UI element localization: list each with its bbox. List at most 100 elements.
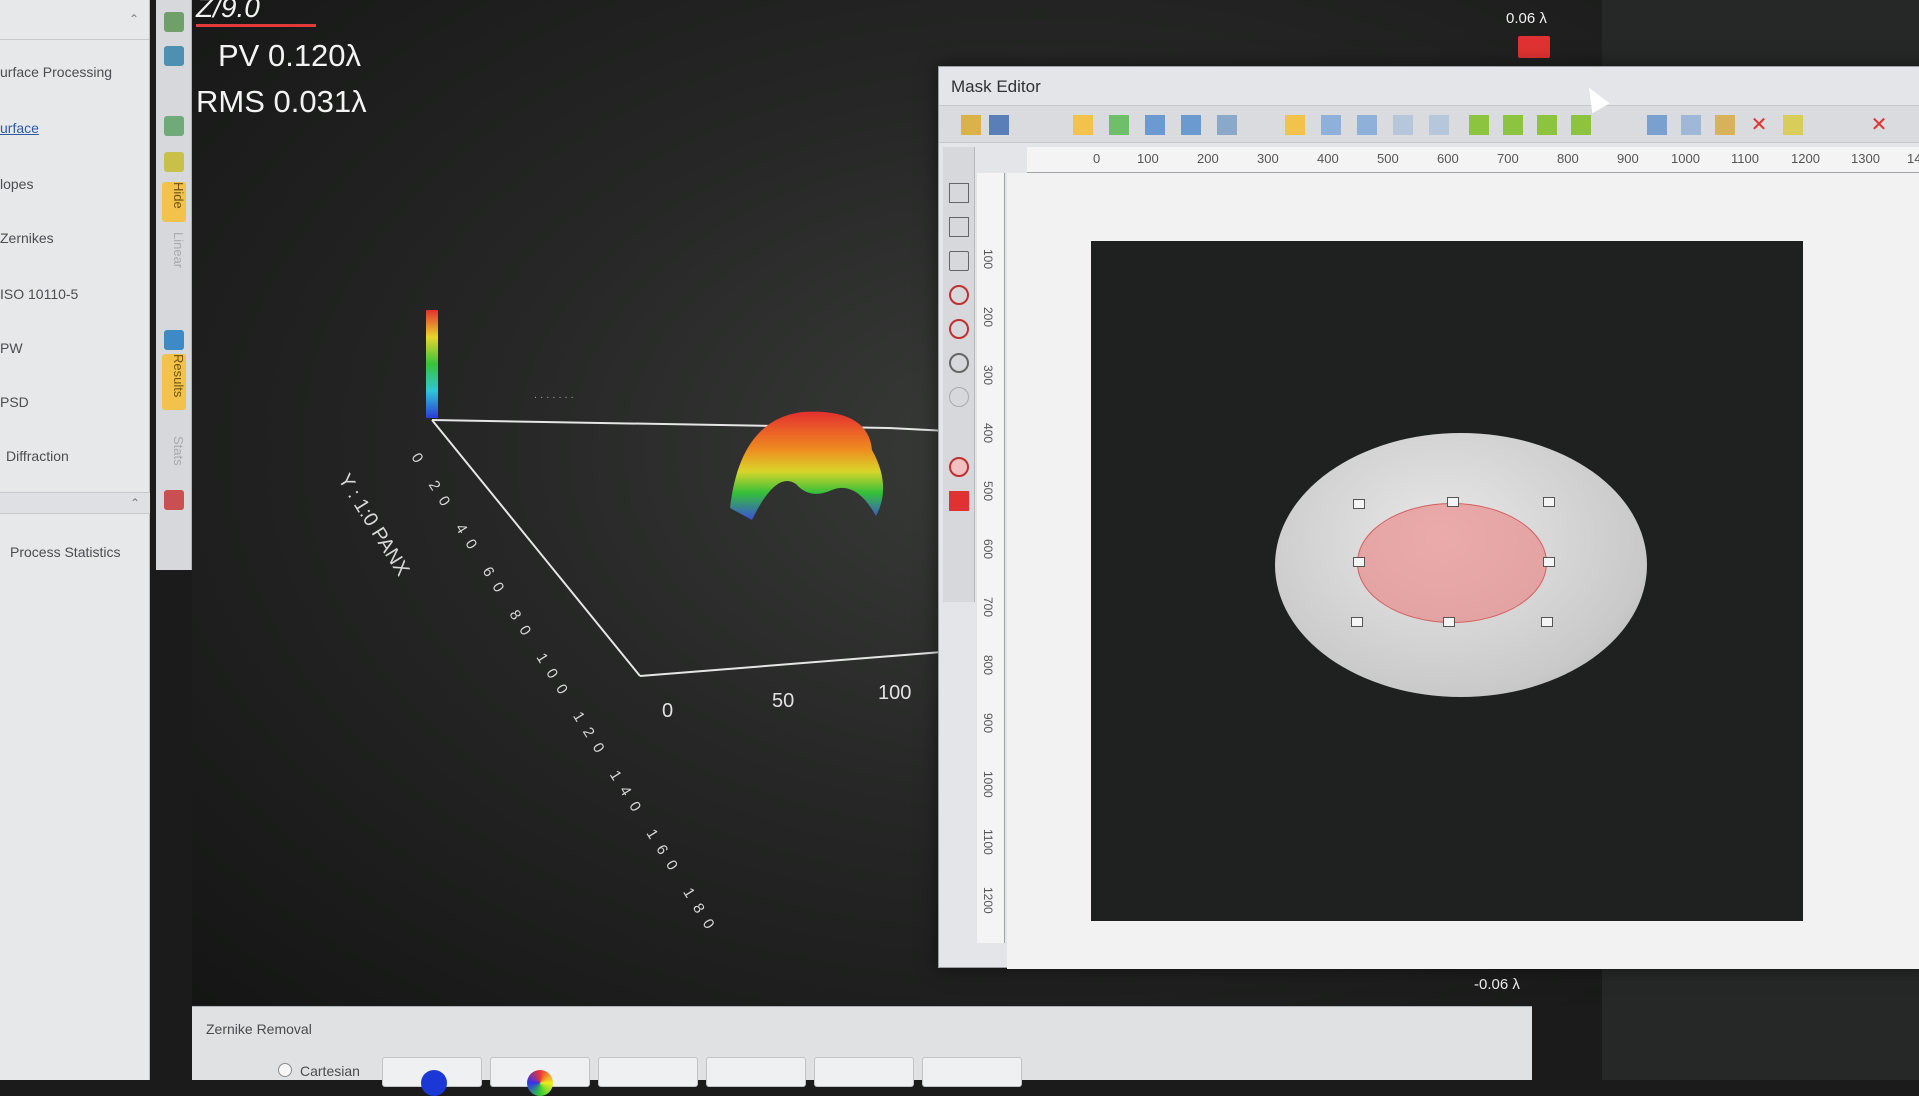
process-statistics[interactable]: Process Statistics xyxy=(10,544,120,560)
ruler-tick: 800 xyxy=(981,655,995,676)
rotate-icon[interactable] xyxy=(1109,115,1129,135)
scale-marker[interactable] xyxy=(1518,36,1550,58)
ruler-tick: 0 xyxy=(1093,151,1101,166)
include-mask-icon[interactable] xyxy=(949,457,969,477)
resize-handle[interactable] xyxy=(1543,497,1555,507)
cartesian-label: Cartesian xyxy=(300,1063,360,1079)
ruler-tick: 700 xyxy=(1497,151,1519,166)
open-icon[interactable] xyxy=(961,115,981,135)
resize-handle[interactable] xyxy=(1443,617,1455,627)
mask-canvas[interactable] xyxy=(1007,173,1919,969)
arrow-down-icon[interactable] xyxy=(1571,115,1591,135)
option-button-4[interactable] xyxy=(706,1057,806,1087)
slopes-icon[interactable] xyxy=(164,46,184,66)
ruler-tick: 900 xyxy=(1617,151,1639,166)
linear-tab[interactable]: Linear xyxy=(162,232,186,284)
ruler-tick: 300 xyxy=(1257,151,1279,166)
plot-icon[interactable] xyxy=(164,152,184,172)
hide-tab[interactable]: Hide xyxy=(162,182,186,222)
mask-ellipse[interactable] xyxy=(1357,503,1547,623)
sidebar-item-iso[interactable]: ISO 10110-5 xyxy=(0,286,78,302)
cartesian-radio[interactable] xyxy=(278,1063,292,1077)
select-pointer-icon[interactable] xyxy=(1073,115,1093,135)
resize-handle[interactable] xyxy=(1543,557,1555,567)
rectangle-tool-icon[interactable] xyxy=(949,183,969,203)
save-icon[interactable] xyxy=(989,115,1009,135)
sidebar-separator: ⌃ xyxy=(0,492,150,514)
resize-handle[interactable] xyxy=(1541,617,1553,627)
circle-tool-icon[interactable] xyxy=(949,285,969,305)
sidebar-item-surface[interactable]: urface xyxy=(0,120,39,136)
sidebar-item-zernikes[interactable]: Zernikes xyxy=(0,230,54,246)
sidebar-item-slopes[interactable]: lopes xyxy=(0,176,33,192)
sidebar-header: ⌃ xyxy=(0,0,149,40)
delete-icon[interactable]: ✕ xyxy=(1749,115,1769,135)
ruler-tick: 700 xyxy=(981,597,995,618)
option-button-6[interactable] xyxy=(922,1057,1022,1087)
resize-handle[interactable] xyxy=(1353,499,1365,509)
clear-icon[interactable]: ✕ xyxy=(1869,115,1889,135)
resize-handle[interactable] xyxy=(1447,497,1459,507)
collapse-up-icon[interactable]: ⌃ xyxy=(130,496,140,510)
chart-icon[interactable] xyxy=(164,490,184,510)
x-tick-50: 50 xyxy=(772,690,795,712)
x-tick-0: 0 xyxy=(662,700,674,722)
ruler-tick: 500 xyxy=(1377,151,1399,166)
polygon-tool-icon[interactable] xyxy=(949,251,969,271)
sidebar-item-diffraction[interactable]: Diffraction xyxy=(6,448,69,464)
color-option-button[interactable] xyxy=(490,1057,590,1096)
left-sidebar: ⌃ urface Processing urface lopes Zernike… xyxy=(0,0,150,1080)
ruler-tick: 100 xyxy=(981,249,995,270)
ellipse-tool-icon[interactable] xyxy=(949,353,969,373)
ring-tool-icon[interactable] xyxy=(949,387,969,407)
arrow-right-icon[interactable] xyxy=(1503,115,1523,135)
align-left-icon[interactable] xyxy=(1321,115,1341,135)
svg-text:. . . . . . .: . . . . . . . xyxy=(534,389,574,401)
copy-icon[interactable] xyxy=(1681,115,1701,135)
paste-icon[interactable] xyxy=(1715,115,1735,135)
sidebar-item-surface-processing[interactable]: urface Processing xyxy=(0,64,112,80)
sidebar-item-psd[interactable]: PSD xyxy=(0,394,29,410)
arrow-left-icon[interactable] xyxy=(1469,115,1489,135)
cut-icon[interactable] xyxy=(1647,115,1667,135)
option-button-3[interactable] xyxy=(598,1057,698,1087)
color-wheel-icon xyxy=(527,1070,553,1096)
z-value-label: Z/9.0 xyxy=(196,0,260,23)
ruler-tick: 500 xyxy=(981,481,995,502)
rms-value: RMS 0.031λ xyxy=(196,84,367,119)
sidebar-item-pw[interactable]: PW xyxy=(0,340,23,356)
results-tab[interactable]: Results xyxy=(162,354,186,410)
mask-editor-window[interactable]: Mask Editor ✕ ✕ 0 100 200 300 400 500 60… xyxy=(938,66,1919,969)
select-all-icon[interactable] xyxy=(1145,115,1165,135)
resize-handle[interactable] xyxy=(1353,557,1365,567)
align-bottom-icon[interactable] xyxy=(1429,115,1449,135)
exclude-mask-icon[interactable] xyxy=(949,491,969,511)
align-top-icon[interactable] xyxy=(1357,115,1377,135)
collapse-up-icon[interactable]: ⌃ xyxy=(129,12,139,26)
stats-tab[interactable]: Stats xyxy=(162,436,186,478)
ruler-tick: 400 xyxy=(1317,151,1339,166)
ruler-tick: 1100 xyxy=(981,829,995,855)
resize-handle[interactable] xyxy=(1351,617,1363,627)
align-right-icon[interactable] xyxy=(1393,115,1413,135)
scale-bottom-value: -0.06 λ xyxy=(1474,976,1520,993)
layer-icon[interactable] xyxy=(1285,115,1305,135)
ruler-tick: 1300 xyxy=(1851,151,1880,166)
vertical-toolstrip: Hide Linear Results Stats xyxy=(156,0,192,570)
select-group-icon[interactable] xyxy=(1181,115,1201,135)
surface-icon[interactable] xyxy=(164,12,184,32)
ruler-tick: 300 xyxy=(981,365,995,386)
blue-option-button[interactable] xyxy=(382,1057,482,1096)
grid-icon[interactable] xyxy=(164,116,184,136)
mask-icon[interactable] xyxy=(1783,115,1803,135)
interferogram-image[interactable] xyxy=(1091,241,1803,921)
zernike-removal-panel: Zernike Removal Cartesian xyxy=(192,1006,1532,1096)
split-icon[interactable] xyxy=(1217,115,1237,135)
arrow-up-icon[interactable] xyxy=(1537,115,1557,135)
option-button-5[interactable] xyxy=(814,1057,914,1087)
results-icon[interactable] xyxy=(164,330,184,350)
circle-center-tool-icon[interactable] xyxy=(949,319,969,339)
z-underline xyxy=(196,24,316,27)
square-tool-icon[interactable] xyxy=(949,217,969,237)
ruler-tick: 1200 xyxy=(981,887,995,914)
